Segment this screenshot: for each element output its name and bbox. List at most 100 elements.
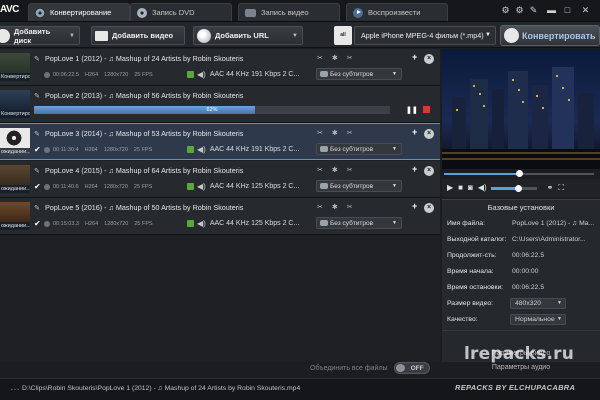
file-duration: 00:11:40.6 xyxy=(53,184,79,190)
subtitle-select[interactable]: Без субтитров ▼ xyxy=(316,68,402,80)
stop-icon[interactable] xyxy=(423,106,430,113)
file-row[interactable]: ожидании... ✎ PopLove 3 (2014) - ♫ Mashu… xyxy=(0,123,440,160)
edit-icon[interactable]: ✎ xyxy=(34,204,40,212)
remove-icon[interactable]: × xyxy=(424,129,434,139)
setting-label: Выходной каталог: xyxy=(447,236,507,243)
file-codec: H264 xyxy=(84,147,98,153)
setting-video-size[interactable]: Размер видео: 480x320 ▼ xyxy=(442,297,600,311)
video-thumbnail[interactable]: Конвертирова xyxy=(0,90,30,118)
video-thumbnail[interactable]: ожидании... xyxy=(0,202,30,230)
cut-icon[interactable]: ✂ xyxy=(317,129,323,137)
effects-icon[interactable]: ✱ xyxy=(332,166,338,174)
format-category-icon[interactable]: all xyxy=(334,26,352,45)
remove-icon[interactable]: × xyxy=(424,203,434,213)
speaker-icon[interactable]: ◀) xyxy=(478,183,487,193)
remove-icon[interactable]: × xyxy=(424,166,434,176)
video-size-select[interactable]: 480x320 ▼ xyxy=(510,298,566,309)
file-row[interactable]: Конвертирова ✎ PopLove 2 (2013) - ♫ Mash… xyxy=(0,86,440,123)
divider xyxy=(442,330,600,331)
video-preview[interactable] xyxy=(442,49,600,169)
add-url-button[interactable]: Добавить URL ▼ xyxy=(193,26,303,45)
maximize-icon[interactable]: □ xyxy=(562,5,573,16)
settings-gear-icon[interactable]: ⚙ xyxy=(500,5,511,16)
pause-icon[interactable]: ❚❚ xyxy=(406,106,418,114)
file-row[interactable]: ожидании... ✎ PopLove 4 (2015) - ♫ Mashu… xyxy=(0,161,440,198)
tab-burn-dvd[interactable]: Запись DVD xyxy=(130,3,232,21)
minimize-icon[interactable]: ▬ xyxy=(546,5,557,16)
snapshot-icon[interactable]: ◙ xyxy=(468,183,473,193)
volume-slider[interactable] xyxy=(490,184,537,192)
add-video-button[interactable]: Добавить видео xyxy=(91,26,185,45)
add-icon[interactable]: + xyxy=(412,52,417,62)
add-url-label: Добавить URL xyxy=(215,31,269,40)
close-icon[interactable]: ✕ xyxy=(580,5,591,16)
audio-track-select[interactable]: ◀) AAC 44 KHz 125 Kbps 2 C... xyxy=(187,181,299,192)
video-thumbnail[interactable]: ожидании... xyxy=(0,128,30,156)
cut-icon[interactable]: ✂ xyxy=(317,203,323,211)
crop-icon[interactable]: ✂ xyxy=(347,203,353,211)
cut-icon[interactable]: ✂ xyxy=(317,54,323,62)
setting-file-name[interactable]: Имя файла: PopLove 1 (2012) - ♫ Ma... xyxy=(442,217,600,231)
edit-icon[interactable]: ✎ xyxy=(34,167,40,175)
setting-quality[interactable]: Качество: Нормальное ▼ xyxy=(442,313,600,327)
tab-play[interactable]: Воспроизвести xyxy=(346,3,448,21)
setting-stop-time[interactable]: Время остановки: 00:06:22.5 xyxy=(442,281,600,295)
tab-convert[interactable]: Конвертирование xyxy=(28,3,130,21)
video-thumbnail[interactable]: ожидании... xyxy=(0,165,30,193)
add-icon[interactable]: + xyxy=(412,127,417,137)
audio-params-section[interactable]: Параметры аудио xyxy=(442,364,600,371)
chain-link-icon[interactable]: ⚭ xyxy=(547,183,554,193)
quality-select[interactable]: Нормальное ▼ xyxy=(510,314,566,325)
video-thumbnail[interactable]: Конвертиров... xyxy=(0,53,30,81)
audio-track-select[interactable]: ◀) AAC 44 KHz 191 Kbps 2 C... xyxy=(187,144,299,155)
chevron-down-icon[interactable]: ▼ xyxy=(292,33,298,39)
subtitle-icon xyxy=(320,146,328,152)
effects-icon[interactable]: ✱ xyxy=(332,203,338,211)
setting-duration[interactable]: Продолжит-сть: 00:06:22.5 xyxy=(442,249,600,263)
key-icon[interactable]: ✎ xyxy=(528,5,539,16)
file-title: PopLove 4 (2015) - ♫ Mashup of 64 Artist… xyxy=(45,166,244,175)
stop-icon[interactable]: ■ xyxy=(458,183,463,193)
add-icon[interactable]: + xyxy=(412,164,417,174)
clock-icon xyxy=(44,147,50,153)
audio-track-select[interactable]: ◀) AAC 44 KHz 125 Kbps 2 C... xyxy=(187,218,299,229)
speaker-icon: ◀) xyxy=(197,70,206,79)
remove-icon[interactable]: × xyxy=(424,54,434,64)
output-format-select[interactable]: Apple iPhone MPEG-4 фильм (*.mp4) ▼ xyxy=(354,26,496,45)
tools-icon[interactable]: ⚙ xyxy=(514,5,525,16)
cut-icon[interactable]: ✂ xyxy=(317,166,323,174)
seek-handle[interactable] xyxy=(516,170,523,177)
clock-icon xyxy=(44,221,50,227)
seek-bar[interactable] xyxy=(442,170,600,178)
edit-icon[interactable]: ✎ xyxy=(34,55,40,63)
file-checkbox[interactable]: ✔ xyxy=(34,220,42,228)
audio-track-select[interactable]: ◀) AAC 44 KHz 191 Kbps 2 C... xyxy=(187,69,299,80)
add-icon[interactable]: + xyxy=(412,201,417,211)
file-fps: 25 FPS xyxy=(133,184,153,190)
setting-start-time[interactable]: Время начала: 00:00:00 xyxy=(442,265,600,279)
file-checkbox[interactable]: ✔ xyxy=(34,146,42,154)
subtitle-select[interactable]: Без субтитров ▼ xyxy=(316,180,402,192)
convert-button[interactable]: Конвертировать xyxy=(500,25,600,46)
effects-icon[interactable]: ✱ xyxy=(332,129,338,137)
file-row[interactable]: ожидании... ✎ PopLove 5 (2016) - ♫ Mashu… xyxy=(0,198,440,235)
folder-icon[interactable]: … xyxy=(10,382,20,393)
chevron-down-icon[interactable]: ▼ xyxy=(69,33,75,39)
subtitle-select[interactable]: Без субтитров ▼ xyxy=(316,217,402,229)
play-icon[interactable]: ▶ xyxy=(447,183,453,193)
file-checkbox[interactable]: ✔ xyxy=(34,183,42,191)
tab-record-video[interactable]: Запись видео xyxy=(238,3,340,21)
subtitle-select[interactable]: Без субтитров ▼ xyxy=(316,143,402,155)
crop-icon[interactable]: ✂ xyxy=(347,129,353,137)
crop-icon[interactable]: ✂ xyxy=(347,54,353,62)
effects-icon[interactable]: ✱ xyxy=(332,54,338,62)
fullscreen-icon[interactable]: ⛶ xyxy=(558,183,564,193)
add-disc-button[interactable]: Добавить диск ▼ xyxy=(0,26,80,45)
volume-handle[interactable] xyxy=(515,184,523,192)
crop-icon[interactable]: ✂ xyxy=(347,166,353,174)
merge-toggle[interactable]: OFF xyxy=(393,362,430,374)
edit-icon[interactable]: ✎ xyxy=(34,92,40,100)
setting-output-folder[interactable]: Выходной каталог: C:\Users\Administrator… xyxy=(442,233,600,247)
edit-icon[interactable]: ✎ xyxy=(34,130,40,138)
file-row[interactable]: Конвертиров... ✎ PopLove 1 (2012) - ♫ Ma… xyxy=(0,49,440,86)
